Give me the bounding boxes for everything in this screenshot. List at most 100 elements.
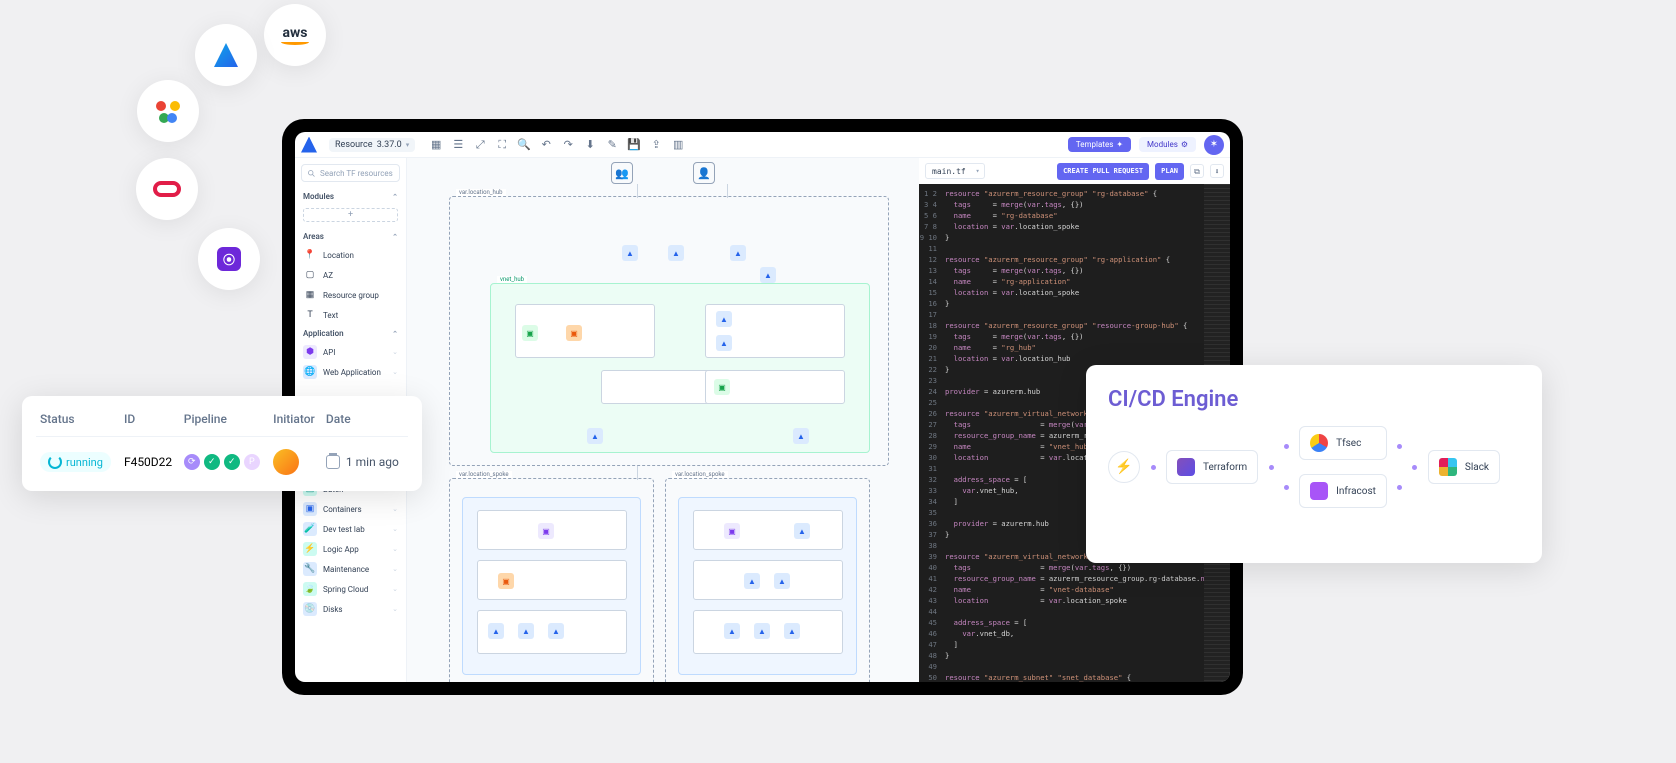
pipeline-stages: ⟳✓✓P bbox=[184, 454, 265, 470]
service-node[interactable]: ▣ bbox=[724, 523, 740, 539]
create-pr-button[interactable]: CREATE PULL REQUEST bbox=[1057, 163, 1149, 180]
sidebar-item-text[interactable]: TText bbox=[295, 305, 406, 325]
expand-icon[interactable]: ⤢ bbox=[473, 138, 487, 152]
vnet-db-zone[interactable]: ▣ ▲ ▲ ▲ ▲ ▲ ▲ bbox=[678, 497, 857, 675]
sidebar-item-maintenance[interactable]: 🔧Maintenance⌄ bbox=[295, 559, 406, 579]
table-row[interactable]: running F450D22 ⟳✓✓P 1 min ago bbox=[36, 437, 408, 476]
service-node[interactable]: ▲ bbox=[730, 245, 746, 261]
cicd-node-infracost[interactable]: Infracost bbox=[1299, 474, 1387, 508]
save-icon[interactable]: 💾 bbox=[627, 138, 641, 152]
file-selector[interactable]: main.tf bbox=[925, 163, 985, 179]
service-node[interactable]: ▲ bbox=[518, 623, 534, 639]
service-node[interactable]: ▲ bbox=[488, 623, 504, 639]
subnet-box[interactable]: ▣ bbox=[477, 510, 627, 550]
grid-icon[interactable]: ▦ bbox=[429, 138, 443, 152]
search-input[interactable]: Search TF resources bbox=[301, 164, 400, 182]
subnet-box[interactable]: ▣ bbox=[705, 370, 845, 404]
infracost-icon bbox=[1310, 482, 1328, 500]
service-node[interactable]: ▲ bbox=[784, 623, 800, 639]
service-node[interactable]: ▲ bbox=[587, 428, 603, 444]
resource-selector[interactable]: Resource 3.37.0▾ bbox=[329, 138, 415, 152]
location-spoke-group-2[interactable]: var.location_spoke ▣ ▲ ▲ ▲ ▲ ▲ ▲ bbox=[665, 478, 870, 682]
cicd-node-terraform[interactable]: Terraform bbox=[1166, 450, 1258, 484]
subnet-box[interactable] bbox=[601, 370, 721, 404]
list-icon[interactable]: ☰ bbox=[451, 138, 465, 152]
service-node[interactable]: ▲ bbox=[724, 623, 740, 639]
sidebar-item-dev-test-lab[interactable]: 🧪Dev test lab⌄ bbox=[295, 519, 406, 539]
service-node[interactable]: ▲ bbox=[622, 245, 638, 261]
assistant-button[interactable]: ✶ bbox=[1204, 135, 1224, 155]
architecture-canvas[interactable]: 👥 👤 var.location_hub ▲ ▲ ▲ ▲ vnet_hub ▣ … bbox=[407, 158, 919, 682]
service-node[interactable]: ▲ bbox=[716, 311, 732, 327]
cicd-engine-card: CI/CD Engine ⚡ Terraform Tfsec Infracost… bbox=[1086, 365, 1542, 563]
copy-icon[interactable]: ⧉ bbox=[1190, 164, 1204, 178]
subnet-box[interactable]: ▣ ▣ bbox=[515, 304, 655, 358]
subnet-box[interactable]: ▣ ▲ bbox=[693, 510, 843, 550]
location-hub-group[interactable]: var.location_hub ▲ ▲ ▲ ▲ vnet_hub ▣ ▣ ▲ … bbox=[449, 196, 889, 466]
line-gutter: 1 2 3 4 5 6 7 8 9 10 11 12 13 14 15 16 1… bbox=[919, 184, 941, 682]
section-application[interactable]: Application⌃ bbox=[295, 325, 406, 342]
undo-icon[interactable]: ↶ bbox=[539, 138, 553, 152]
vnet-app-zone[interactable]: ▣ ▣ ▲ ▲ ▲ bbox=[462, 497, 641, 675]
service-node[interactable]: ▲ bbox=[668, 245, 684, 261]
zoom-icon[interactable]: 🔍 bbox=[517, 138, 531, 152]
plan-button[interactable]: PLAN bbox=[1155, 163, 1184, 180]
subnet-box[interactable]: ▲ ▲ ▲ bbox=[477, 610, 627, 654]
sidebar-item-disks[interactable]: 💿Disks⌄ bbox=[295, 599, 406, 619]
modules-button[interactable]: Modules ⚙ bbox=[1139, 137, 1196, 152]
spring-icon: 🍃 bbox=[303, 582, 317, 596]
square-icon: ▢ bbox=[303, 268, 317, 282]
service-node[interactable]: ▲ bbox=[760, 267, 776, 283]
web-icon: 🌐 bbox=[303, 365, 317, 379]
pin-icon: 📍 bbox=[303, 248, 317, 262]
text-icon: T bbox=[303, 308, 317, 322]
redo-icon[interactable]: ↷ bbox=[561, 138, 575, 152]
service-node[interactable]: ▣ bbox=[522, 325, 538, 341]
section-modules[interactable]: Modules⌃ bbox=[295, 188, 406, 205]
add-module-button[interactable]: + bbox=[303, 208, 398, 222]
sidebar-item-api[interactable]: ⬢API⌄ bbox=[295, 342, 406, 362]
cloud-azure-icon bbox=[195, 24, 257, 86]
service-node[interactable]: ▲ bbox=[774, 573, 790, 589]
service-node[interactable]: ▲ bbox=[548, 623, 564, 639]
lab-icon: 🧪 bbox=[303, 522, 317, 536]
cicd-start-node[interactable]: ⚡ bbox=[1108, 451, 1140, 483]
more-icon[interactable]: ▥ bbox=[671, 138, 685, 152]
cicd-node-tfsec[interactable]: Tfsec bbox=[1299, 426, 1387, 460]
service-node[interactable]: ▣ bbox=[538, 523, 554, 539]
sidebar-item-web-application[interactable]: 🌐Web Application⌄ bbox=[295, 362, 406, 382]
cicd-node-slack[interactable]: Slack bbox=[1428, 450, 1500, 484]
col-pipeline: Pipeline bbox=[180, 408, 269, 437]
service-node[interactable]: ▣ bbox=[566, 325, 582, 341]
templates-button[interactable]: Templates ✦ bbox=[1068, 137, 1131, 152]
maint-icon: 🔧 bbox=[303, 562, 317, 576]
subnet-box[interactable]: ▣ bbox=[477, 560, 627, 600]
download-code-icon[interactable]: ⬇ bbox=[1210, 164, 1224, 178]
sidebar-item-logic-app[interactable]: ⚡Logic App⌄ bbox=[295, 539, 406, 559]
cloud-oracle-icon bbox=[136, 158, 198, 220]
service-node[interactable]: ▲ bbox=[716, 335, 732, 351]
sidebar-item-location[interactable]: 📍Location bbox=[295, 245, 406, 265]
service-node[interactable]: ▲ bbox=[793, 428, 809, 444]
subnet-box[interactable]: ▲ ▲ bbox=[693, 560, 843, 600]
location-spoke-group[interactable]: var.location_spoke ▣ ▣ ▲ ▲ ▲ bbox=[449, 478, 654, 682]
sidebar-item-resource-group[interactable]: ▦Resource group bbox=[295, 285, 406, 305]
sidebar-item-spring-cloud[interactable]: 🍃Spring Cloud⌄ bbox=[295, 579, 406, 599]
subnet-box[interactable]: ▲ ▲ bbox=[705, 304, 845, 358]
run-id: F450D22 bbox=[120, 437, 180, 476]
download-icon[interactable]: ⬇ bbox=[583, 138, 597, 152]
service-node[interactable]: ▲ bbox=[794, 523, 810, 539]
vnet-hub-zone[interactable]: vnet_hub ▣ ▣ ▲ ▲ ▣ ▲ ▲ bbox=[490, 283, 870, 453]
service-node[interactable]: ▣ bbox=[714, 379, 730, 395]
edit-icon[interactable]: ✎ bbox=[605, 138, 619, 152]
service-node[interactable]: ▣ bbox=[498, 573, 514, 589]
sidebar-item-az[interactable]: ▢AZ bbox=[295, 265, 406, 285]
service-node[interactable]: ▲ bbox=[744, 573, 760, 589]
sidebar-item-containers[interactable]: ▣Containers⌄ bbox=[295, 499, 406, 519]
disk-icon: 💿 bbox=[303, 602, 317, 616]
fit-icon[interactable]: ⛶ bbox=[495, 138, 509, 152]
share-icon[interactable]: ⇪ bbox=[649, 138, 663, 152]
service-node[interactable]: ▲ bbox=[754, 623, 770, 639]
section-areas[interactable]: Areas⌃ bbox=[295, 228, 406, 245]
subnet-box[interactable]: ▲ ▲ ▲ bbox=[693, 610, 843, 654]
